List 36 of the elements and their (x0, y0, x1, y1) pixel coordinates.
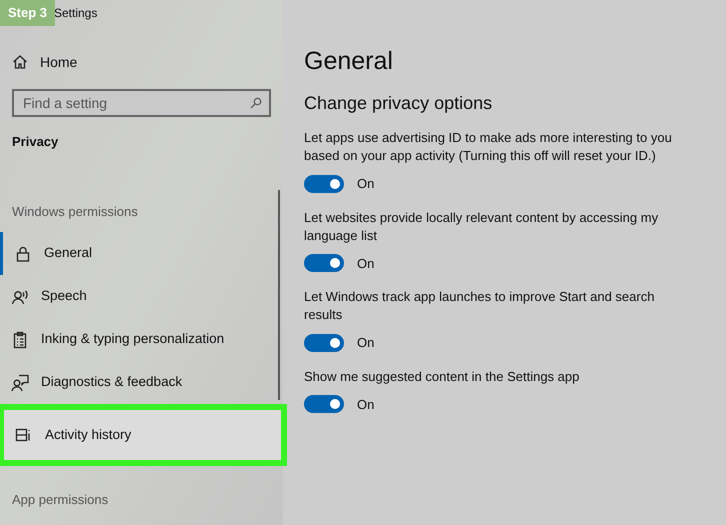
nav-item[interactable]: Inking & typing personalization (0, 318, 283, 361)
option-description: Let websites provide locally relevant content by accessing my language list (304, 208, 660, 244)
toggle-state: On (357, 175, 374, 193)
toggle-switch[interactable] (304, 174, 344, 193)
nav-item[interactable]: Activity history (0, 404, 287, 466)
page-title: General (304, 46, 394, 77)
nav-label: General (44, 244, 92, 262)
nav-label: Speech (41, 287, 87, 306)
toggle-state: On (357, 396, 374, 414)
toggle-switch[interactable] (304, 334, 344, 352)
option-description: Show me suggested content in the Settings app (304, 368, 580, 386)
search-icon (250, 97, 262, 109)
option-description: Let apps use advertising ID to make ads more interesting to you based on your app activity (Turning this off will reset your ID.) (304, 129, 673, 165)
nav-label: Diagnostics & feedback (41, 373, 182, 392)
section-title: Privacy (12, 133, 60, 151)
group-heading: App permissions (12, 491, 110, 509)
nav-label: Activity history (45, 426, 132, 444)
toggle-switch[interactable] (304, 395, 344, 414)
nav-label: Inking & typing personalization (41, 330, 224, 348)
person-feedback-icon (11, 374, 29, 392)
person-speaking-icon (11, 288, 29, 306)
clipboard-icon (11, 330, 29, 348)
toggle-state: On (357, 254, 374, 272)
window-title: Settings (54, 5, 98, 22)
home-item[interactable]: Home (12, 50, 283, 74)
lock-icon (14, 244, 32, 262)
nav-item[interactable]: Diagnostics & feedback (0, 361, 283, 404)
group-heading: Windows permissions (12, 202, 139, 221)
home-icon (12, 54, 28, 70)
toggle-state: On (357, 334, 374, 352)
nav-item[interactable]: Speech (0, 275, 283, 318)
search-field[interactable]: Find a setting (12, 89, 271, 117)
section-subtitle: Change privacy options (304, 92, 494, 115)
step-badge: Step 3 (0, 0, 56, 26)
option-description: Let Windows track app launches to improve Start and search results (304, 288, 656, 324)
toggle-switch[interactable] (304, 254, 344, 272)
